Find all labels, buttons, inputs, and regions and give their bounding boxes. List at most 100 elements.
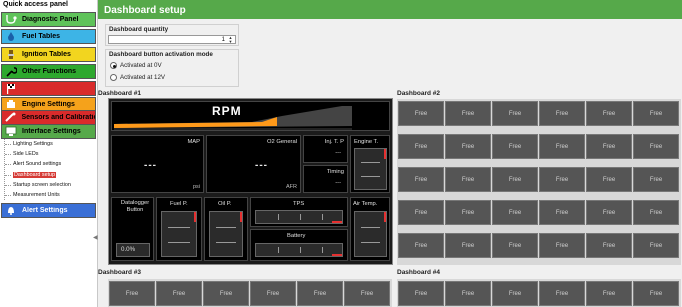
activation-mode-group: Dashboard button activation mode Activat… <box>105 49 239 87</box>
dashboard-4-title: Dashboard #4 <box>397 269 440 276</box>
free-slot[interactable]: Free <box>539 233 585 258</box>
wrench-icon <box>4 66 18 78</box>
submenu-item-measurement-units[interactable]: Measurement Units <box>5 190 94 200</box>
free-slot[interactable]: Free <box>445 233 491 258</box>
free-slot[interactable]: Free <box>633 167 679 192</box>
free-slot[interactable]: Free <box>398 233 444 258</box>
datalogger-button-widget[interactable]: Datalogger Button 0.0% <box>111 197 154 261</box>
oil-pressure-gauge[interactable]: Oil P. <box>204 197 248 261</box>
ignition-tables-button[interactable]: Ignition Tables <box>1 47 96 62</box>
fuel-pressure-gauge[interactable]: Fuel P. <box>156 197 202 261</box>
submenu-item-alert-sound[interactable]: Alert Sound settings <box>5 159 94 169</box>
map-gauge[interactable]: MAP --- psi <box>111 135 204 193</box>
radio-activated-0v[interactable]: Activated at 0V <box>110 62 162 69</box>
free-slot[interactable]: Free <box>633 200 679 225</box>
stethoscope-icon <box>4 14 18 26</box>
spark-icon <box>4 49 18 61</box>
free-slot[interactable]: Free <box>586 281 632 306</box>
rpm-gauge[interactable]: RPM <box>111 101 390 131</box>
main-content: Dashboard setup Dashboard quantity 1 ▲ ▼ … <box>98 0 682 307</box>
free-slot[interactable]: Free <box>445 101 491 126</box>
air-temp-bar <box>354 211 387 257</box>
free-slot[interactable]: Free <box>539 200 585 225</box>
free-slot[interactable]: Free <box>586 200 632 225</box>
sensors-calibration-button[interactable]: Sensors and Calibratio <box>1 110 96 125</box>
flag-icon <box>4 83 18 95</box>
free-slot[interactable]: Free <box>297 281 343 306</box>
radio-activated-12v[interactable]: Activated at 12V <box>110 74 165 81</box>
engine-icon <box>4 99 18 111</box>
air-temp-gauge[interactable]: Air Temp. <box>350 197 390 261</box>
fuel-tables-button[interactable]: Fuel Tables <box>1 29 96 44</box>
submenu-item-startup-screen[interactable]: Startup screen selection <box>5 180 94 190</box>
free-slot[interactable]: Free <box>109 281 155 306</box>
submenu-item-side-leds[interactable]: Side LEDs <box>5 149 94 159</box>
free-slot[interactable]: Free <box>398 167 444 192</box>
free-slot[interactable]: Free <box>344 281 390 306</box>
free-slot[interactable]: Free <box>539 134 585 159</box>
diagnostic-panel-button[interactable]: Diagnostic Panel <box>1 12 96 27</box>
engine-temp-bar <box>354 148 387 190</box>
fuel-pressure-bar <box>161 211 197 257</box>
submenu-item-lighting[interactable]: Lighting Settings <box>5 139 94 149</box>
rpm-bar-graphic <box>114 106 352 130</box>
free-slot[interactable]: Free <box>492 167 538 192</box>
free-slot[interactable]: Free <box>492 233 538 258</box>
app-window: Quick access panel Diagnostic Panel Fuel… <box>0 0 682 307</box>
engine-temp-gauge[interactable]: Engine T. <box>350 135 390 193</box>
injection-time-gauge[interactable]: Inj. T. P --- <box>303 135 348 163</box>
free-slot[interactable]: Free <box>398 134 444 159</box>
sensor-icon <box>4 112 18 124</box>
battery-bar <box>255 243 343 257</box>
radio-checked-icon[interactable] <box>110 62 117 69</box>
free-slot[interactable]: Free <box>539 281 585 306</box>
radio-unchecked-icon[interactable] <box>110 74 117 81</box>
alert-settings-button[interactable]: Alert Settings <box>1 203 96 218</box>
free-slot[interactable]: Free <box>156 281 202 306</box>
free-slot[interactable]: Free <box>445 134 491 159</box>
page-title: Dashboard setup <box>98 0 682 19</box>
submenu-item-dashboard-setup[interactable]: Dashboard setup <box>5 170 94 180</box>
spinner-arrows-icon[interactable]: ▲ ▼ <box>227 36 234 44</box>
free-slot[interactable]: Free <box>586 233 632 258</box>
tps-gauge[interactable]: TPS <box>250 197 348 227</box>
activation-mode-label: Dashboard button activation mode <box>109 51 213 58</box>
timing-gauge[interactable]: Timing --- <box>303 165 348 193</box>
free-slot[interactable]: Free <box>633 281 679 306</box>
free-slot[interactable]: Free <box>445 200 491 225</box>
free-slot[interactable]: Free <box>445 281 491 306</box>
free-slot[interactable]: Free <box>445 167 491 192</box>
fuel-icon <box>4 31 18 43</box>
dashboard-quantity-value: 1 <box>221 37 225 43</box>
free-slot[interactable]: Free <box>633 233 679 258</box>
panel-title: Quick access panel <box>0 0 97 10</box>
dashboard-1-preview: RPM MAP --- psi O2 General --- AFR Inj. … <box>108 98 393 265</box>
free-slot[interactable]: Free <box>492 134 538 159</box>
free-slot[interactable]: Free <box>398 101 444 126</box>
free-slot[interactable]: Free <box>250 281 296 306</box>
collapse-arrow-icon[interactable]: ◀ <box>93 234 98 241</box>
dragrace-features-button[interactable]: Dragrace Features <box>1 81 96 96</box>
rpm-label: RPM <box>212 104 242 118</box>
battery-gauge[interactable]: Battery <box>250 229 348 261</box>
dashboard-quantity-spinner[interactable]: 1 ▲ ▼ <box>108 35 236 44</box>
free-slot[interactable]: Free <box>539 101 585 126</box>
free-slot[interactable]: Free <box>586 167 632 192</box>
interface-settings-button[interactable]: Interface Settings <box>1 124 96 139</box>
o2-general-gauge[interactable]: O2 General --- AFR <box>206 135 301 193</box>
free-slot[interactable]: Free <box>539 167 585 192</box>
free-slot[interactable]: Free <box>398 281 444 306</box>
free-slot[interactable]: Free <box>633 101 679 126</box>
free-slot[interactable]: Free <box>586 134 632 159</box>
free-slot[interactable]: Free <box>203 281 249 306</box>
free-slot[interactable]: Free <box>633 134 679 159</box>
other-functions-button[interactable]: Other Functions <box>1 64 96 79</box>
free-slot[interactable]: Free <box>492 200 538 225</box>
free-slot[interactable]: Free <box>398 200 444 225</box>
bell-icon <box>4 205 18 217</box>
free-slot[interactable]: Free <box>586 101 632 126</box>
free-slot[interactable]: Free <box>492 281 538 306</box>
quick-access-panel: Quick access panel Diagnostic Panel Fuel… <box>0 0 98 307</box>
free-slot[interactable]: Free <box>492 101 538 126</box>
dashboard-quantity-label: Dashboard quantity <box>109 26 169 33</box>
